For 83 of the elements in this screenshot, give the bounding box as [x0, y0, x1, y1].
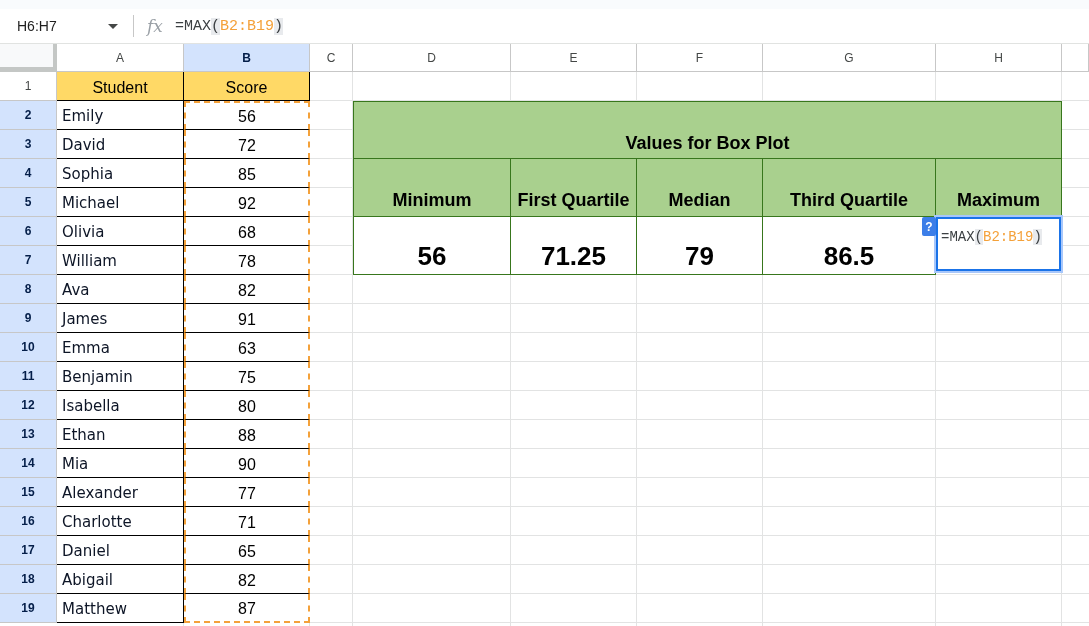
table-title: Values for Box Plot — [353, 101, 1062, 159]
row-header[interactable]: 1 — [0, 72, 57, 101]
table-cell: Abigail — [57, 565, 184, 594]
row-header[interactable]: 14 — [0, 449, 57, 478]
stat-label: Third Quartile — [763, 159, 936, 217]
table-cell: Alexander — [57, 478, 184, 507]
column-header[interactable]: H — [936, 44, 1062, 72]
column-header[interactable] — [1062, 44, 1089, 72]
table-cell: 82 — [184, 565, 310, 594]
table-header-cell: Student — [57, 72, 184, 101]
cell-editor[interactable]: =MAX(B2:B19) — [934, 215, 1063, 273]
table-cell: 75 — [184, 362, 310, 391]
table-cell: 78 — [184, 246, 310, 275]
row-header[interactable]: 8 — [0, 275, 57, 304]
row-header[interactable]: 5 — [0, 188, 57, 217]
table-cell: 82 — [184, 275, 310, 304]
row-header[interactable]: 7 — [0, 246, 57, 275]
table-cell: 87 — [184, 594, 310, 623]
select-all-corner[interactable] — [0, 44, 57, 72]
table-cell: 85 — [184, 159, 310, 188]
row-header[interactable]: 2 — [0, 101, 57, 130]
row-header[interactable]: 10 — [0, 333, 57, 362]
column-header[interactable]: D — [353, 44, 511, 72]
table-cell: 88 — [184, 420, 310, 449]
table-cell: 80 — [184, 391, 310, 420]
table-cell: Charlotte — [57, 507, 184, 536]
column-header[interactable]: E — [511, 44, 637, 72]
table-cell: Mia — [57, 449, 184, 478]
row-header[interactable]: 3 — [0, 130, 57, 159]
row-header[interactable]: 12 — [0, 391, 57, 420]
row-header[interactable]: 11 — [0, 362, 57, 391]
table-cell: Michael — [57, 188, 184, 217]
table-cell: 65 — [184, 536, 310, 565]
column-header[interactable]: G — [763, 44, 936, 72]
table-cell: 68 — [184, 217, 310, 246]
table-header-cell: Score — [184, 72, 310, 101]
table-cell: Olivia — [57, 217, 184, 246]
function-symbol: fx — [147, 17, 163, 35]
column-header[interactable]: C — [310, 44, 353, 72]
row-header[interactable]: 4 — [0, 159, 57, 188]
stat-label: First Quartile — [511, 159, 637, 217]
table-cell: 91 — [184, 304, 310, 333]
help-badge[interactable]: ? — [922, 217, 936, 236]
table-cell: Isabella — [57, 391, 184, 420]
stat-value: 86.5 — [823, 242, 875, 271]
table-cell: 77 — [184, 478, 310, 507]
row-header[interactable]: 13 — [0, 420, 57, 449]
table-cell: Daniel — [57, 536, 184, 565]
stat-label: Maximum — [936, 159, 1062, 217]
row-header[interactable]: 17 — [0, 536, 57, 565]
row-header[interactable]: 6 — [0, 217, 57, 246]
stat-value: 79 — [685, 242, 714, 271]
table-cell: David — [57, 130, 184, 159]
column-header[interactable]: A — [57, 44, 184, 72]
table-cell: James — [57, 304, 184, 333]
stat-value: 56 — [417, 242, 447, 271]
table-cell: Ethan — [57, 420, 184, 449]
table-cell: 92 — [184, 188, 310, 217]
name-box[interactable]: H6:H7 — [8, 13, 125, 39]
table-cell: 71 — [184, 507, 310, 536]
table-cell: 72 — [184, 130, 310, 159]
column-header[interactable]: F — [637, 44, 763, 72]
table-cell: 56 — [184, 101, 310, 130]
table-cell: Emma — [57, 333, 184, 362]
row-header[interactable]: 15 — [0, 478, 57, 507]
row-header[interactable]: 16 — [0, 507, 57, 536]
row-header[interactable]: 9 — [0, 304, 57, 333]
table-cell: Sophia — [57, 159, 184, 188]
table-cell: Ava — [57, 275, 184, 304]
table-cell: Matthew — [57, 594, 184, 623]
stat-value: 71.25 — [540, 242, 607, 271]
table-cell: Emily — [57, 101, 184, 130]
column-header[interactable]: B — [184, 44, 310, 72]
row-header[interactable]: 18 — [0, 565, 57, 594]
table-cell: 90 — [184, 449, 310, 478]
table-cell: William — [57, 246, 184, 275]
formula-field[interactable]: =MAX(B2:B19) — [174, 13, 1089, 39]
row-header[interactable]: 19 — [0, 594, 57, 623]
caret-icon — [108, 23, 118, 29]
stat-label: Minimum — [353, 159, 511, 217]
stat-label: Median — [637, 159, 763, 217]
table-cell: Benjamin — [57, 362, 184, 391]
table-cell: 63 — [184, 333, 310, 362]
